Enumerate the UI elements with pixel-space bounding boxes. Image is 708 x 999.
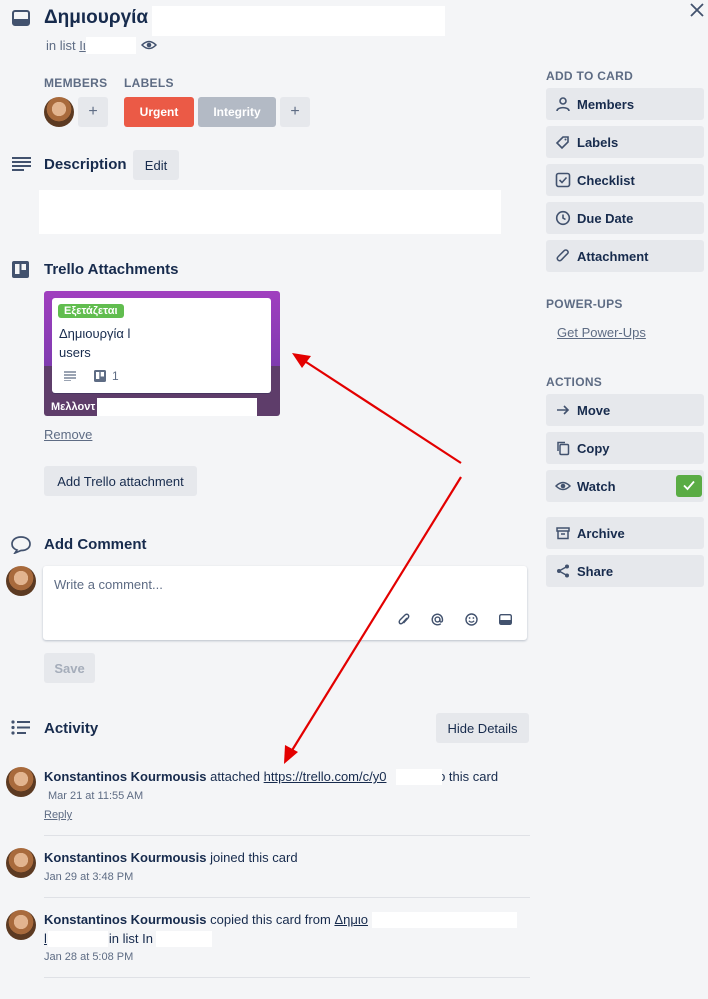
activity-icon [11,720,30,735]
sidebar-labels-button[interactable]: Labels [546,126,704,158]
activity-avatar [6,910,36,940]
attached-card-title-2: users [59,345,91,360]
label-urgent[interactable]: Urgent [124,97,194,127]
sidebar-watch-button[interactable]: Watch [546,470,704,502]
redacted-source-card [372,912,517,928]
add-member-button[interactable]: + [78,97,108,127]
actions-heading: ACTIONS [546,375,603,389]
redacted-list [86,37,136,54]
source-card-link[interactable]: Δημιο [334,912,368,927]
description-badge-icon [64,371,76,381]
remove-attachment-link[interactable]: Remove [44,427,92,442]
paperclip-icon[interactable] [398,613,410,627]
description-icon [12,157,31,171]
comment-icon [11,536,31,554]
attachments-title: Trello Attachments [44,261,179,278]
tag-icon [555,136,569,150]
attachment-count: 1 [112,369,119,383]
attachment-badge-icon [94,370,106,382]
card-embed-icon[interactable] [499,614,512,625]
activity-item-2: Konstantinos Kourmousis joined this card [44,850,298,865]
comment-placeholder: Write a comment... [54,577,163,592]
redacted-title [152,6,445,36]
clock-icon [555,210,571,226]
member-avatar[interactable] [44,97,74,127]
person-icon [556,97,570,112]
attached-card-title-1: Δημιουργία l [59,326,131,341]
mention-icon[interactable] [431,613,444,626]
activity-time[interactable]: Mar 21 at 11:55 AM [48,790,143,802]
comment-box[interactable]: Write a comment... [43,566,527,640]
sidebar-share-button[interactable]: Share [546,555,704,587]
members-heading: MEMBERS [44,76,108,90]
paperclip-icon [556,249,569,262]
add-comment-title: Add Comment [44,536,147,553]
checklist-icon [555,172,571,188]
card-title[interactable]: Δημιουργία [44,7,148,29]
sidebar-copy-button[interactable]: Copy [546,432,704,464]
activity-divider [44,977,530,978]
activity-divider [44,897,530,898]
arrow-right-icon [557,405,570,415]
status-badge: Εξετάζεται [58,304,124,318]
check-icon [683,480,695,491]
activity-title: Activity [44,720,99,737]
activity-avatar [6,848,36,878]
sidebar-move-button[interactable]: Move [546,394,704,426]
list-link[interactable]: Ιι [79,38,86,53]
attachment-url-link[interactable]: https://trello.com/c/y0 [264,769,387,784]
save-comment-button[interactable]: Save [44,653,95,683]
arrow-head-attachment [292,353,311,368]
label-integrity[interactable]: Integrity [198,97,276,127]
card-icon [12,10,30,26]
current-user-avatar [6,566,36,596]
activity-time[interactable]: Jan 29 at 3:48 PM [44,871,133,883]
edit-description-button[interactable]: Edit [133,150,179,180]
sidebar-attachment-button[interactable]: Attachment [546,240,704,272]
redacted-url [396,769,442,785]
activity-time[interactable]: Jan 28 at 5:08 PM [44,951,133,963]
activity-user[interactable]: Konstantinos Kourmousis [44,912,207,927]
sidebar-archive-button[interactable]: Archive [546,517,704,549]
share-icon [557,564,569,578]
activity-item-3: Konstantinos Kourmousis copied this card… [44,912,368,927]
card-list-info: in list Ιι [46,38,86,53]
eye-icon[interactable] [141,38,157,52]
get-powerups-link[interactable]: Get Power-Ups [557,325,646,340]
redacted-board-name [97,398,257,416]
archive-icon [556,527,570,540]
eye-icon [555,481,571,491]
attached-card-body: Εξετάζεται Δημιουργία l users 1 [52,298,271,393]
copy-icon [557,441,570,456]
powerups-heading: POWER-UPS [546,297,623,311]
watch-active-check [676,475,702,497]
arrow-to-attachment [302,359,462,464]
hide-details-button[interactable]: Hide Details [436,713,529,743]
trello-board-icon [12,261,29,278]
sidebar-checklist-button[interactable]: Checklist [546,164,704,196]
description-area[interactable] [39,190,501,234]
activity-divider [44,835,530,836]
reply-link[interactable]: Reply [44,809,72,821]
labels-heading: LABELS [124,76,174,90]
activity-avatar [6,767,36,797]
attached-board-name: Μελλοντ [51,401,96,413]
sidebar-due-date-button[interactable]: Due Date [546,202,704,234]
add-trello-attachment-button[interactable]: Add Trello attachment [44,466,197,496]
redacted-source-line2 [48,931,108,947]
add-label-button[interactable]: + [280,97,310,127]
redacted-list-name [156,931,212,947]
description-title: Description [44,156,127,173]
arrow-head-activity-link [284,745,298,764]
add-to-card-heading: ADD TO CARD [546,69,634,83]
sidebar-members-button[interactable]: Members [546,88,704,120]
emoji-icon[interactable] [465,613,478,626]
activity-user[interactable]: Konstantinos Kourmousis [44,769,207,784]
activity-user[interactable]: Konstantinos Kourmousis [44,850,207,865]
close-icon[interactable] [690,3,704,17]
